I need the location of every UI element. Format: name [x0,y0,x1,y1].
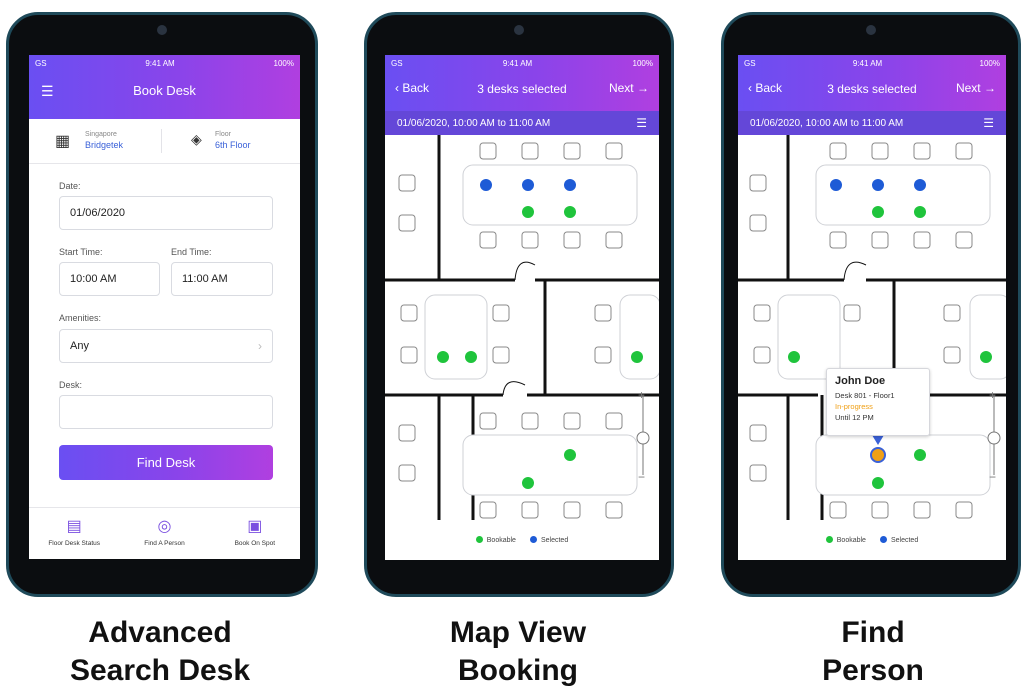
status-bar: GS 9:41 AM 100% [385,55,659,71]
legend-label: Bookable [836,537,866,544]
camera-icon [157,25,167,35]
map-legend: Bookable Selected [738,520,1006,560]
timeslot-bar: 01/06/2020, 10:00 AM to 11:00 AM ☰ [738,111,1006,135]
phone-map-view: GS 9:41 AM 100% ‹ Back 3 desks selected … [364,12,674,597]
location-row[interactable]: ▦ Singapore Bridgetek ◈ Floor 6th Floor [29,119,300,164]
person-search-icon: ◎ [157,518,172,535]
screen: GS 9:41 AM 100% ☰ Book Desk ▦ Singapore … [29,55,300,559]
svg-text:−: − [638,470,645,484]
end-time-field[interactable]: 11:00 AM [171,262,273,296]
status-bar: GS 9:41 AM 100% [738,55,1006,71]
phone-find-person: GS 9:41 AM 100% ‹ Back 3 desks selected … [721,12,1021,597]
carrier: GS [391,58,403,68]
qr-code-icon: ▣ [247,518,263,535]
clock: 9:41 AM [502,58,533,68]
legend-label: Selected [540,537,569,544]
tab-label: Find A Person [144,540,185,547]
floor-map[interactable]: + − [738,135,1006,520]
battery: 100% [632,58,653,68]
caption-line: Search Desk [69,654,251,687]
timeslot-text: 01/06/2020, 10:00 AM to 11:00 AM [750,117,904,129]
screen: GS 9:41 AM 100% ‹ Back 3 desks selected … [738,55,1006,560]
floor-label: Floor [215,131,231,138]
person-until: Until 12 PM [835,413,874,422]
list-view-icon[interactable]: ☰ [983,116,994,130]
start-time-field[interactable]: 10:00 AM [59,262,160,296]
clock: 9:41 AM [145,58,175,68]
timeslot-text: 01/06/2020, 10:00 AM to 11:00 AM [397,117,551,129]
caption-line: Person [822,654,924,687]
clock: 9:41 AM [852,58,883,68]
tab-book-on-spot[interactable]: ▣ Book On Spot [210,508,300,559]
amenities-select[interactable]: Any › [59,329,273,363]
next-button[interactable]: Next → [956,81,996,95]
caption-line: Booking [458,654,578,687]
screen: GS 9:41 AM 100% ‹ Back 3 desks selected … [385,55,659,560]
carrier: GS [35,58,47,68]
end-time-label: End Time: [171,247,212,257]
site-value: Bridgetek [85,140,124,150]
floor-value: 6th Floor [215,140,251,150]
timeslot-bar: 01/06/2020, 10:00 AM to 11:00 AM ☰ [385,111,659,135]
layers-icon: ◈ [191,131,202,147]
desk-label: Desk: [59,380,83,390]
battery: 100% [273,58,294,68]
person-popup[interactable]: John Doe Desk 801 - Floor1 In-progress U… [826,368,930,436]
desk-input[interactable] [59,395,273,429]
next-button[interactable]: Next → [609,81,649,95]
map-legend: Bookable Selected [385,520,659,560]
header: GS 9:41 AM 100% ‹ Back 3 desks selected … [385,55,659,111]
floor-map[interactable]: + − [385,135,659,520]
next-label: Next [608,81,634,95]
chevron-right-icon: › [258,339,262,353]
tab-find-a-person[interactable]: ◎ Find A Person [119,508,209,559]
legend-selected: Selected [529,536,569,544]
legend-selected: Selected [879,536,919,544]
person-desk: Desk 801 - Floor1 [835,391,895,400]
site-label: Singapore [85,131,117,138]
caption-advanced-search: Advanced Search Desk [20,614,300,690]
camera-icon [514,25,524,35]
tab-bar: ▤ Floor Desk Status ◎ Find A Person ▣ Bo… [29,507,300,559]
phone-advanced-search: GS 9:41 AM 100% ☰ Book Desk ▦ Singapore … [6,12,318,597]
svg-text:+: + [638,388,645,402]
caption-line: Advanced [88,616,232,649]
amenities-label: Amenities: [59,313,102,323]
person-name: John Doe [835,375,886,387]
next-label: Next [955,81,981,95]
caption-find-person: Find Person [733,614,1013,690]
legend-label: Selected [890,537,919,544]
svg-text:+: + [989,388,996,402]
header: GS 9:41 AM 100% ☰ Book Desk [29,55,300,119]
page-title: Book Desk [133,83,196,98]
building-icon: ▦ [55,133,71,150]
caption-map-view: Map View Booking [378,614,658,690]
header: GS 9:41 AM 100% ‹ Back 3 desks selected … [738,55,1006,111]
date-field[interactable]: 01/06/2020 [59,196,273,230]
amenities-value: Any [70,340,89,352]
legend-bookable: Bookable [475,536,516,544]
find-desk-label: Find Desk [136,455,196,470]
tab-label: Book On Spot [234,540,276,547]
tab-label: Floor Desk Status [48,540,100,547]
list-view-icon[interactable]: ☰ [636,116,647,130]
legend-label: Bookable [486,537,516,544]
date-label: Date: [59,181,81,191]
floorplan-icon: ▤ [66,518,82,535]
camera-icon [866,25,876,35]
legend-bookable: Bookable [825,536,866,544]
status-bar: GS 9:41 AM 100% [29,55,300,71]
person-status: In-progress [835,402,873,411]
carrier: GS [744,58,756,68]
find-desk-button[interactable]: Find Desk [59,445,273,480]
tab-floor-desk-status[interactable]: ▤ Floor Desk Status [29,508,119,559]
caption-line: Map View [449,616,587,649]
caption-line: Find [841,616,905,649]
start-time-label: Start Time: [59,247,103,257]
svg-text:−: − [989,470,996,484]
battery: 100% [979,58,1000,68]
